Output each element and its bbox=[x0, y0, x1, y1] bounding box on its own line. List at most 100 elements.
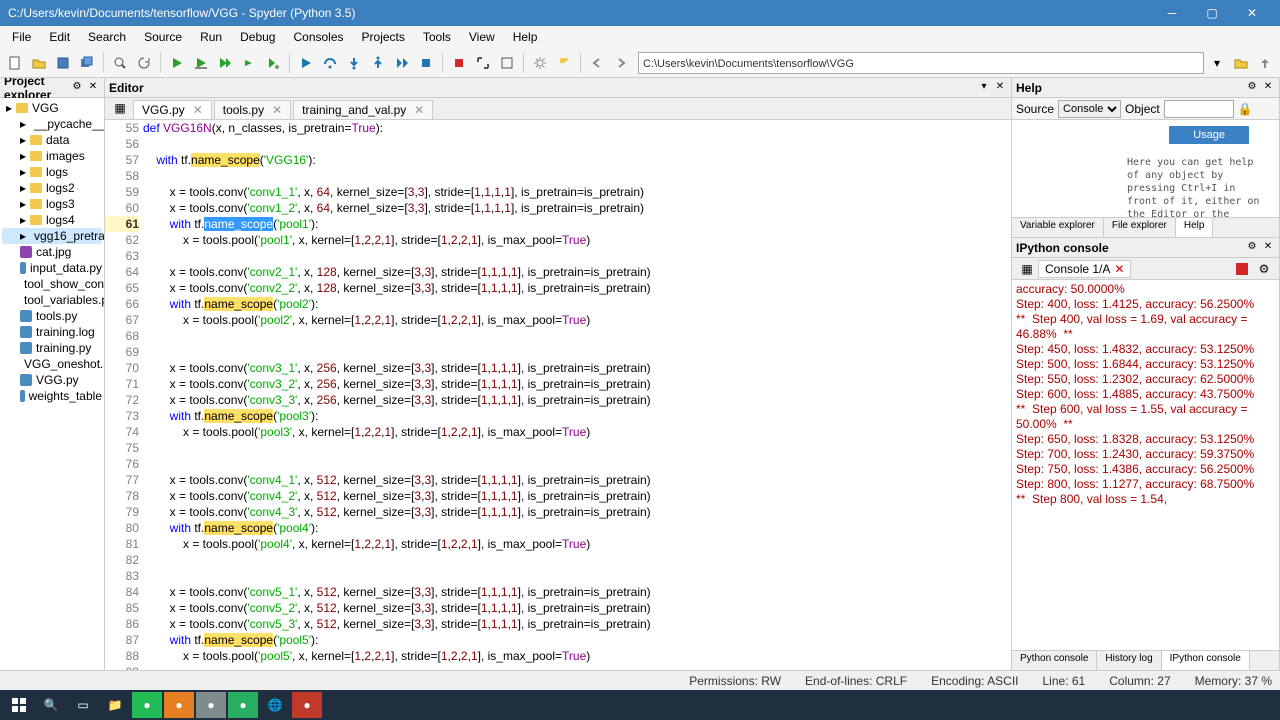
browse-folder-icon[interactable] bbox=[1230, 52, 1252, 74]
search-icon[interactable]: 🔍 bbox=[36, 692, 66, 718]
tree-item[interactable]: ▸logs3 bbox=[2, 196, 102, 212]
tab-file-explorer[interactable]: File explorer bbox=[1104, 218, 1176, 237]
taskview-icon[interactable]: ▭ bbox=[68, 692, 98, 718]
menu-consoles[interactable]: Consoles bbox=[285, 28, 351, 46]
step-into-icon[interactable] bbox=[343, 52, 365, 74]
console-output[interactable]: accuracy: 50.0000% Step: 400, loss: 1.41… bbox=[1012, 280, 1279, 650]
tree-item[interactable]: ▸logs bbox=[2, 164, 102, 180]
menu-view[interactable]: View bbox=[461, 28, 503, 46]
tab-close-icon[interactable]: ✕ bbox=[272, 103, 282, 117]
forward-icon[interactable] bbox=[610, 52, 632, 74]
chrome-icon[interactable]: 🌐 bbox=[260, 692, 290, 718]
tab-python-console[interactable]: Python console bbox=[1012, 651, 1097, 670]
start-button[interactable] bbox=[4, 692, 34, 718]
back-icon[interactable] bbox=[586, 52, 608, 74]
editor-close-icon[interactable]: ✕ bbox=[993, 81, 1007, 95]
tab-help[interactable]: Help bbox=[1176, 218, 1214, 237]
menu-projects[interactable]: Projects bbox=[354, 28, 413, 46]
tree-item[interactable]: cat.jpg bbox=[2, 244, 102, 260]
step-over-icon[interactable] bbox=[319, 52, 341, 74]
file-explorer-icon[interactable]: 📁 bbox=[100, 692, 130, 718]
run-cell-icon[interactable] bbox=[190, 52, 212, 74]
close-button[interactable]: ✕ bbox=[1232, 0, 1272, 26]
menu-search[interactable]: Search bbox=[80, 28, 134, 46]
tree-item[interactable]: ▸data bbox=[2, 132, 102, 148]
console-tab[interactable]: Console 1/A✕ bbox=[1038, 260, 1131, 278]
run-config-icon[interactable] bbox=[262, 52, 284, 74]
app-icon[interactable]: ● bbox=[164, 692, 194, 718]
help-close-icon[interactable]: ✕ bbox=[1261, 81, 1275, 95]
ipython-close-icon[interactable]: ✕ bbox=[1261, 241, 1275, 255]
tab-training[interactable]: training_and_val.py✕ bbox=[293, 100, 433, 119]
tab-history-log[interactable]: History log bbox=[1097, 651, 1161, 670]
menu-edit[interactable]: Edit bbox=[41, 28, 78, 46]
new-file-icon[interactable] bbox=[4, 52, 26, 74]
usage-button[interactable]: Usage bbox=[1169, 126, 1249, 144]
spyder-icon[interactable]: ● bbox=[292, 692, 322, 718]
tree-item[interactable]: ▸logs4 bbox=[2, 212, 102, 228]
kernel-restart-icon[interactable] bbox=[448, 52, 470, 74]
tab-tools[interactable]: tools.py✕ bbox=[214, 100, 291, 119]
menu-file[interactable]: File bbox=[4, 28, 39, 46]
parent-dir-icon[interactable] bbox=[1254, 52, 1276, 74]
tree-item[interactable]: input_data.py bbox=[2, 260, 102, 276]
menu-run[interactable]: Run bbox=[192, 28, 230, 46]
tree-item[interactable]: ▸__pycache__ bbox=[2, 116, 102, 132]
code-editor[interactable]: 5556575859606162636465666768697071727374… bbox=[105, 120, 1011, 670]
tree-item[interactable]: VGG_oneshot.py bbox=[2, 356, 102, 372]
panel-close-icon[interactable]: ✕ bbox=[86, 81, 100, 95]
save-icon[interactable] bbox=[52, 52, 74, 74]
find-icon[interactable] bbox=[109, 52, 131, 74]
stop-kernel-icon[interactable] bbox=[1231, 258, 1253, 280]
save-all-icon[interactable] bbox=[76, 52, 98, 74]
panel-options-icon[interactable]: ⚙ bbox=[70, 81, 84, 95]
stop-debug-icon[interactable] bbox=[415, 52, 437, 74]
help-source-select[interactable]: Console bbox=[1058, 100, 1121, 118]
tree-item[interactable]: training.py bbox=[2, 340, 102, 356]
settings-icon[interactable] bbox=[529, 52, 551, 74]
help-options-icon[interactable]: ⚙ bbox=[1245, 81, 1259, 95]
app-icon[interactable]: ● bbox=[196, 692, 226, 718]
console-tab-close-icon[interactable]: ✕ bbox=[1114, 262, 1124, 276]
console-menu-icon[interactable]: ▦ bbox=[1016, 258, 1038, 280]
minimize-button[interactable]: ─ bbox=[1152, 0, 1192, 26]
tree-item[interactable]: VGG.py bbox=[2, 372, 102, 388]
tree-item[interactable]: tool_variables.py bbox=[2, 292, 102, 308]
tab-close-icon[interactable]: ✕ bbox=[414, 103, 424, 117]
continue-icon[interactable] bbox=[391, 52, 413, 74]
app-icon[interactable]: ● bbox=[228, 692, 258, 718]
run-cell-advance-icon[interactable] bbox=[214, 52, 236, 74]
open-file-icon[interactable] bbox=[28, 52, 50, 74]
editor-options-icon[interactable]: ▾ bbox=[977, 81, 991, 95]
working-directory-input[interactable]: C:\Users\kevin\Documents\tensorflow\VGG bbox=[638, 52, 1204, 74]
tree-item[interactable]: training.log bbox=[2, 324, 102, 340]
run-icon[interactable] bbox=[166, 52, 188, 74]
browse-tabs-icon[interactable]: ▦ bbox=[109, 97, 131, 119]
maximize-button[interactable]: ▢ bbox=[1192, 0, 1232, 26]
pythonpath-icon[interactable] bbox=[553, 52, 575, 74]
app-icon[interactable]: ● bbox=[132, 692, 162, 718]
tree-item[interactable]: ▸vgg16_pretrain bbox=[2, 228, 102, 244]
maximize-pane-icon[interactable] bbox=[472, 52, 494, 74]
path-dropdown-icon[interactable]: ▾ bbox=[1206, 52, 1228, 74]
tree-root[interactable]: ▸VGG bbox=[2, 100, 102, 116]
tree-item[interactable]: tool_show_conv.py bbox=[2, 276, 102, 292]
tree-item[interactable]: tools.py bbox=[2, 308, 102, 324]
help-object-input[interactable] bbox=[1164, 100, 1234, 118]
tree-item[interactable]: ▸images bbox=[2, 148, 102, 164]
step-out-icon[interactable] bbox=[367, 52, 389, 74]
fullscreen-icon[interactable] bbox=[496, 52, 518, 74]
project-tree[interactable]: ▸VGG ▸__pycache__▸data▸images▸logs▸logs2… bbox=[0, 98, 104, 670]
menu-help[interactable]: Help bbox=[505, 28, 546, 46]
run-selection-icon[interactable] bbox=[238, 52, 260, 74]
tab-vgg[interactable]: VGG.py✕ bbox=[133, 100, 212, 119]
debug-icon[interactable] bbox=[295, 52, 317, 74]
menu-tools[interactable]: Tools bbox=[415, 28, 459, 46]
kernel-options-icon[interactable]: ⚙ bbox=[1253, 258, 1275, 280]
menu-source[interactable]: Source bbox=[136, 28, 190, 46]
ipython-options-icon[interactable]: ⚙ bbox=[1245, 241, 1259, 255]
tab-ipython-console[interactable]: IPython console bbox=[1162, 651, 1250, 670]
tree-item[interactable]: ▸logs2 bbox=[2, 180, 102, 196]
menu-debug[interactable]: Debug bbox=[232, 28, 283, 46]
tab-close-icon[interactable]: ✕ bbox=[193, 103, 203, 117]
